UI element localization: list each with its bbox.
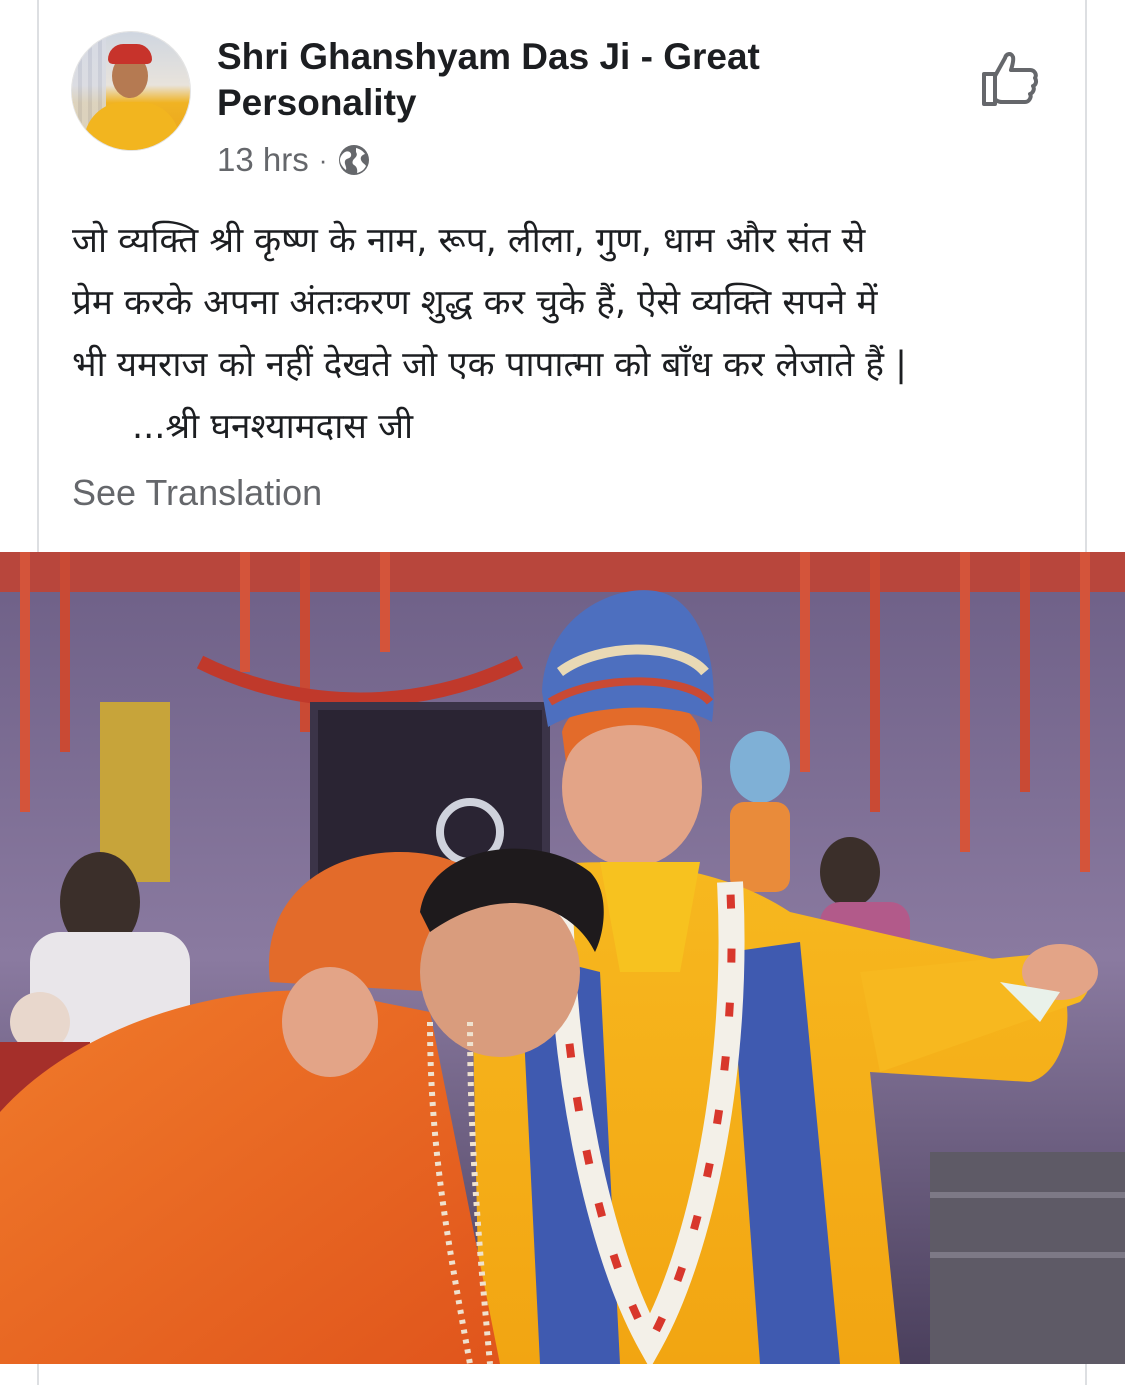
post-photo[interactable]	[0, 552, 1125, 1364]
post-text-line: जो व्यक्ति श्री कृष्ण के नाम, रूप, लीला,…	[72, 221, 866, 261]
post-meta: 13 hrs ·	[217, 140, 371, 180]
see-translation-link[interactable]: See Translation	[72, 472, 322, 514]
post-timestamp[interactable]: 13 hrs	[217, 141, 309, 179]
photo-illustration	[0, 552, 1125, 1364]
meta-separator: ·	[318, 144, 328, 175]
post-text: जो व्यक्ति श्री कृष्ण के नाम, रूप, लीला,…	[72, 210, 1062, 458]
post-text-line: प्रेम करके अपना अंतःकरण शुद्ध कर चुके है…	[72, 283, 878, 323]
avatar-turban	[108, 44, 152, 64]
page-avatar[interactable]	[72, 32, 190, 150]
thumbs-up-icon[interactable]	[978, 48, 1040, 108]
globe-icon[interactable]	[337, 143, 371, 177]
post-text-line: भी यमराज को नहीं देखते जो एक पापात्मा को…	[72, 345, 907, 385]
page-name-link[interactable]: Shri Ghanshyam Das Ji - Great Personalit…	[217, 34, 917, 126]
post-signature: ...श्री घनश्यामदास जी	[132, 407, 414, 447]
